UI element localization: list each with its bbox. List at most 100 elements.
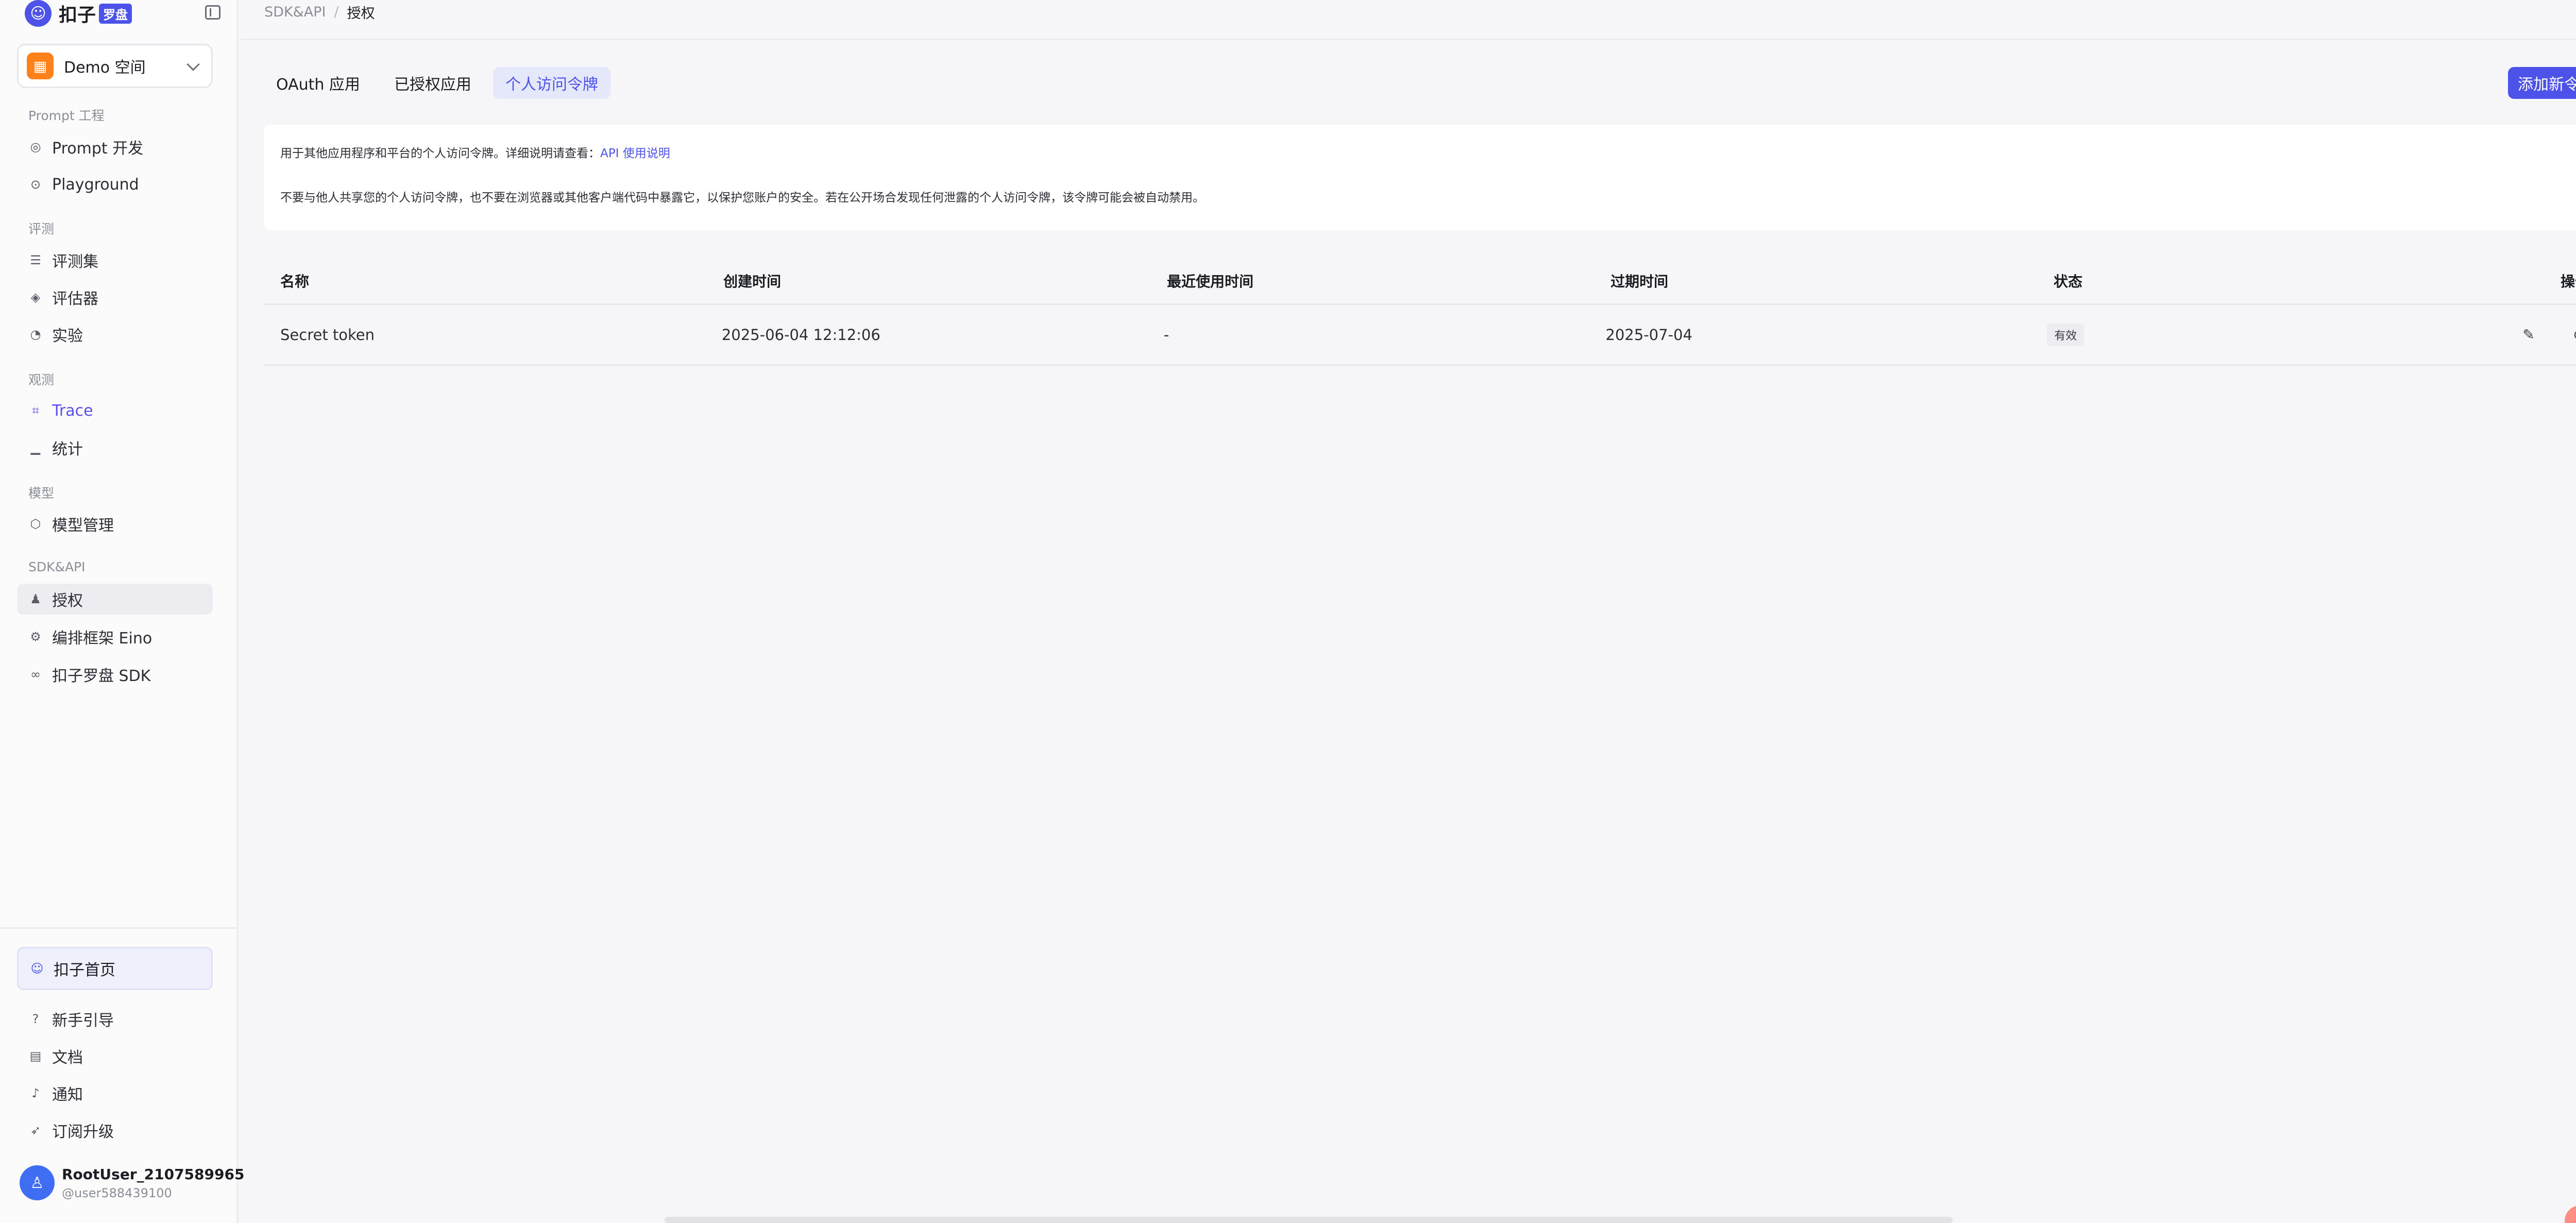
sidebar-item-label: 授权 (52, 592, 83, 610)
document-icon: ▤ (29, 1049, 42, 1063)
bell-icon: ♪ (31, 1086, 40, 1100)
token-status-cell: 有效 (2047, 323, 2488, 346)
assistant-bubble-icon[interactable] (2565, 1205, 2576, 1223)
app-logo[interactable]: ☺ 扣子 罗盘 (25, 0, 221, 27)
table-header: 名称 创建时间 最近使用时间 过期时间 状态 操作 (264, 258, 2576, 305)
bottom-shadow (665, 1217, 1953, 1223)
breadcrumb: SDK&API / 授权 (264, 2, 375, 22)
info-line-2: 不要与他人共享您的个人访问令牌，也不要在浏览器或其他客户端代码中暴露它，以保护您… (280, 191, 1205, 205)
sidebar-item-trace[interactable]: ⌗ Trace (17, 395, 213, 426)
sidebar-item-label: Playground (52, 175, 139, 194)
sidebar-item-label: 评测集 (52, 253, 98, 271)
avatar: ♙ (20, 1165, 55, 1200)
header-actions: 操作 (2560, 273, 2576, 290)
trace-icon: ⌗ (32, 403, 39, 418)
sidebar-item-label: Prompt 开发 (52, 140, 144, 158)
database-icon: ☰ (30, 253, 41, 267)
status-badge: 有效 (2047, 323, 2084, 346)
chevron-down-icon (187, 58, 200, 71)
sidebar-item-label: 通知 (52, 1086, 83, 1104)
header-last-used: 最近使用时间 (1167, 273, 1254, 290)
tab-bar: OAuth 应用 已授权应用 个人访问令牌 (264, 67, 620, 99)
row-actions: ✎ ⊖ (2488, 325, 2576, 345)
sidebar-divider (0, 927, 238, 929)
sidebar-item-label: 编排框架 Eino (52, 630, 152, 648)
header-created: 创建时间 (723, 273, 782, 290)
user-profile[interactable]: ♙ RootUser_2107589965 @user588439100 (20, 1165, 244, 1200)
top-bar: SDK&API / 授权 (240, 0, 2576, 40)
auth-icon: ♟ (30, 592, 41, 606)
group-label-eval: 评测 (28, 222, 55, 236)
sidebar-item-label: 订阅升级 (52, 1123, 114, 1141)
workspace-icon: ▦ (27, 53, 54, 79)
group-label-sdk: SDK&API (28, 559, 86, 574)
header-name: 名称 (280, 273, 310, 290)
sidebar: ☺ 扣子 罗盘 ▦ Demo 空间 Prompt 工程 ◎ Prompt 开发 … (0, 0, 244, 1223)
info-panel: 用于其他应用程序和平台的个人访问令牌。详细说明请查看：API 使用说明 不要与他… (264, 125, 2576, 230)
sidebar-item-label: 统计 (52, 440, 83, 458)
sidebar-item-label: 模型管理 (52, 517, 114, 535)
header-status: 状态 (2054, 273, 2083, 290)
group-label-observe: 观测 (28, 372, 55, 387)
tab-oauth-apps[interactable]: OAuth 应用 (264, 67, 372, 99)
add-token-button[interactable]: 添加新令牌 (2508, 67, 2576, 99)
coze-home-button[interactable]: ☺ 扣子首页 (17, 947, 213, 990)
info-line-1: 用于其他应用程序和平台的个人访问令牌。详细说明请查看：API 使用说明 (280, 143, 2576, 161)
rocket-icon: ➶ (30, 1123, 41, 1137)
user-text: RootUser_2107589965 @user588439100 (62, 1166, 244, 1200)
help-icon: ? (32, 1012, 39, 1026)
app-badge: 罗盘 (99, 3, 132, 24)
tab-authorized-apps[interactable]: 已授权应用 (382, 67, 484, 99)
breadcrumb-separator: / (334, 4, 339, 20)
group-label-prompt: Prompt 工程 (28, 108, 105, 123)
evaluator-icon: ◈ (30, 290, 41, 304)
edit-icon[interactable]: ✎ (2518, 325, 2539, 345)
user-name: RootUser_2107589965 (62, 1165, 245, 1183)
user-handle: @user588439100 (62, 1185, 172, 1200)
sidebar-item-datasets[interactable]: ☰ 评测集 (17, 245, 213, 276)
logo-icon: ☺ (25, 0, 52, 27)
sidebar-item-auth[interactable]: ♟ 授权 (17, 584, 213, 615)
sidebar-item-experiments[interactable]: ◔ 实验 (17, 319, 213, 350)
token-expires: 2025-07-04 (1605, 326, 1692, 344)
app-name: 扣子 (59, 5, 96, 26)
token-last-used: - (1163, 326, 1170, 344)
sidebar-item-eino[interactable]: ⚙ 编排框架 Eino (17, 621, 213, 652)
sidebar-item-notifications[interactable]: ♪ 通知 (17, 1078, 213, 1109)
home-logo-icon: ☺ (30, 961, 44, 976)
sidebar-item-docs[interactable]: ▤ 文档 (17, 1041, 213, 1072)
sidebar-item-models[interactable]: ⬡ 模型管理 (17, 508, 213, 539)
sidebar-item-label: 评估器 (52, 290, 98, 308)
group-label-model: 模型 (28, 486, 55, 501)
model-icon: ⬡ (30, 517, 41, 531)
sidebar-item-sdk[interactable]: ∞ 扣子罗盘 SDK (17, 659, 213, 690)
header-expires: 过期时间 (1611, 273, 1669, 290)
tab-personal-tokens[interactable]: 个人访问令牌 (493, 67, 611, 99)
sidebar-item-upgrade[interactable]: ➶ 订阅升级 (17, 1115, 213, 1146)
home-label: 扣子首页 (54, 961, 115, 979)
sidebar-item-label: Trace (52, 401, 93, 420)
sidebar-item-label: 实验 (52, 327, 83, 345)
gear-icon: ⚙ (30, 630, 41, 644)
experiment-icon: ◔ (30, 327, 41, 342)
chart-icon: ▁ (30, 440, 41, 455)
workspace-name: Demo 空间 (64, 59, 146, 77)
api-docs-link[interactable]: API 使用说明 (600, 147, 670, 160)
sidebar-item-playground[interactable]: ⊙ Playground (17, 169, 213, 200)
workspace-selector[interactable]: ▦ Demo 空间 (17, 44, 213, 88)
sidebar-item-guide[interactable]: ? 新手引导 (17, 1004, 213, 1034)
info-text: 用于其他应用程序和平台的个人访问令牌。详细说明请查看： (280, 147, 600, 160)
prompt-icon: ◎ (30, 140, 41, 154)
breadcrumb-parent[interactable]: SDK&API (264, 4, 326, 20)
tokens-table: 名称 创建时间 最近使用时间 过期时间 状态 操作 Secret token 2… (264, 258, 2576, 366)
play-icon: ⊙ (30, 177, 41, 192)
token-created: 2025-06-04 12:12:06 (721, 326, 880, 344)
disable-icon[interactable]: ⊖ (2569, 325, 2576, 345)
link-icon: ∞ (30, 667, 41, 682)
sidebar-item-stats[interactable]: ▁ 统计 (17, 432, 213, 463)
breadcrumb-current: 授权 (347, 6, 375, 22)
sidebar-collapse-icon[interactable] (205, 5, 221, 20)
sidebar-item-evaluators[interactable]: ◈ 评估器 (17, 282, 213, 313)
sidebar-item-label: 扣子罗盘 SDK (52, 667, 151, 685)
sidebar-item-prompt-dev[interactable]: ◎ Prompt 开发 (17, 131, 213, 162)
